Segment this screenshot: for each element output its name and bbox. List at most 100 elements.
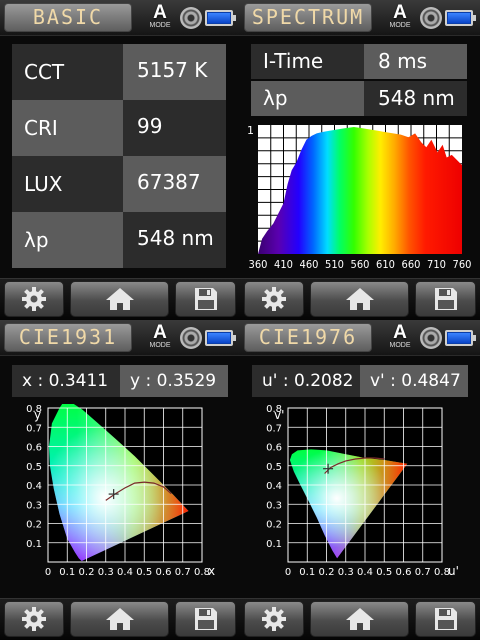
u-value: : 0.2082 bbox=[282, 371, 354, 391]
x-tick-label: 560 bbox=[351, 258, 370, 271]
save-icon bbox=[194, 608, 217, 630]
save-icon bbox=[434, 288, 457, 310]
mode-label: MODE bbox=[149, 22, 171, 29]
x-tick-label: 0.3 bbox=[98, 567, 114, 578]
y-label: y bbox=[130, 371, 141, 391]
x-tick-label: 0.4 bbox=[117, 567, 133, 578]
gear-icon bbox=[22, 607, 46, 631]
save-icon bbox=[434, 608, 457, 630]
title-bar: SPECTRUM A MODE bbox=[240, 0, 480, 36]
spectrum-chart: 1 360 410 460 510 560 610 660 710 760 bbox=[247, 124, 472, 271]
camera-icon[interactable] bbox=[420, 327, 442, 349]
mode-button[interactable]: A MODE bbox=[386, 323, 414, 353]
y-tick-label: 0.7 bbox=[266, 423, 282, 434]
save-button[interactable] bbox=[175, 601, 236, 637]
mode-button[interactable]: A MODE bbox=[146, 323, 174, 353]
cie1976-panel: CIE1976 A MODE u' : 0.2082 v' : 0.4847 0… bbox=[240, 320, 480, 640]
home-icon bbox=[105, 608, 134, 630]
home-button[interactable] bbox=[310, 601, 409, 637]
y-readout: y : 0.3529 bbox=[120, 365, 228, 397]
home-button[interactable] bbox=[70, 601, 169, 637]
x-axis-label: u' bbox=[448, 564, 459, 578]
spectrum-panel: SPECTRUM A MODE I-Time 8 ms λp 548 nm 1 … bbox=[240, 0, 480, 320]
cri-value: 99 bbox=[123, 100, 226, 156]
home-icon bbox=[105, 288, 134, 310]
y-axis-label: y bbox=[34, 408, 41, 422]
title-bar: CIE1976 A MODE bbox=[240, 320, 480, 356]
cct-value: 5157 K bbox=[123, 44, 226, 100]
x-tick-label: 360 bbox=[249, 258, 268, 271]
v-label: v' bbox=[370, 371, 385, 391]
battery-icon bbox=[445, 330, 476, 346]
camera-icon[interactable] bbox=[180, 7, 202, 29]
x-tick-label: 0.1 bbox=[59, 567, 75, 578]
y-tick-label: 0.4 bbox=[266, 481, 282, 492]
y-tick-label: 0.2 bbox=[26, 520, 42, 531]
row-cri: CRI 99 bbox=[12, 100, 226, 156]
toolbar bbox=[240, 598, 480, 640]
camera-icon[interactable] bbox=[420, 7, 442, 29]
y-tick-label: 0.5 bbox=[26, 462, 42, 473]
panel-title[interactable]: SPECTRUM bbox=[244, 3, 372, 32]
basic-measurements: CCT 5157 K CRI 99 LUX 67387 λp 548 nm bbox=[12, 44, 226, 268]
save-button[interactable] bbox=[175, 281, 236, 317]
gear-icon bbox=[262, 607, 286, 631]
row-integration-time: I-Time 8 ms bbox=[251, 44, 467, 79]
settings-button[interactable] bbox=[244, 281, 304, 317]
settings-button[interactable] bbox=[4, 281, 64, 317]
y-tick-label: 0.5 bbox=[266, 462, 282, 473]
settings-button[interactable] bbox=[244, 601, 304, 637]
title-bar: CIE1931 A MODE bbox=[0, 320, 240, 356]
toolbar bbox=[0, 598, 240, 640]
x-tick-label: 460 bbox=[300, 258, 319, 271]
battery-icon bbox=[445, 10, 476, 26]
x-tick-label: 510 bbox=[325, 258, 344, 271]
cct-label: CCT bbox=[12, 44, 123, 100]
settings-button[interactable] bbox=[4, 601, 64, 637]
mode-letter: A bbox=[153, 2, 167, 23]
x-tick-label: 0.2 bbox=[319, 567, 335, 578]
battery-icon bbox=[205, 10, 236, 26]
home-button[interactable] bbox=[310, 281, 409, 317]
x-tick-label: 610 bbox=[376, 258, 395, 271]
y-tick-label: 0.6 bbox=[26, 443, 42, 454]
y-tick-label: 0.1 bbox=[26, 539, 42, 550]
panel-title[interactable]: CIE1976 bbox=[244, 323, 372, 352]
toolbar bbox=[240, 278, 480, 320]
x-value: : 0.3411 bbox=[37, 371, 109, 391]
row-peak-wavelength: λp 548 nm bbox=[12, 212, 226, 268]
panel-title[interactable]: BASIC bbox=[4, 3, 132, 32]
mode-label: MODE bbox=[149, 342, 171, 349]
mode-button[interactable]: A MODE bbox=[146, 3, 174, 33]
row-lux: LUX 67387 bbox=[12, 156, 226, 212]
save-button[interactable] bbox=[415, 281, 476, 317]
gear-icon bbox=[262, 287, 286, 311]
y-tick-label: 0.7 bbox=[26, 423, 42, 434]
y-tick-label: 0.3 bbox=[26, 500, 42, 511]
x-tick-label: 0.7 bbox=[415, 567, 431, 578]
lux-value: 67387 bbox=[123, 156, 226, 212]
home-button[interactable] bbox=[70, 281, 169, 317]
x-tick-label: 410 bbox=[274, 258, 293, 271]
y-tick-label: 0.4 bbox=[26, 481, 42, 492]
cri-label: CRI bbox=[12, 100, 123, 156]
home-icon bbox=[345, 608, 374, 630]
x-tick-label: 0.6 bbox=[396, 567, 412, 578]
mode-letter: A bbox=[393, 2, 407, 23]
y-tick-label: 0.3 bbox=[266, 500, 282, 511]
x-tick-label: 0.4 bbox=[357, 567, 373, 578]
row-cct: CCT 5157 K bbox=[12, 44, 226, 100]
x-tick-label: 0.5 bbox=[136, 567, 152, 578]
cie1976-diagram: 0 0.1 0.2 0.3 0.4 0.5 0.6 0.7 0.80.80.70.60.50.4… bbox=[266, 404, 459, 578]
u-label: u' bbox=[262, 371, 278, 391]
x-tick-label: 710 bbox=[427, 258, 446, 271]
home-icon bbox=[345, 288, 374, 310]
integration-time-value: 8 ms bbox=[364, 44, 467, 79]
x-tick-label: 760 bbox=[453, 258, 472, 271]
save-icon bbox=[194, 288, 217, 310]
camera-icon[interactable] bbox=[180, 327, 202, 349]
save-button[interactable] bbox=[415, 601, 476, 637]
lux-label: LUX bbox=[12, 156, 123, 212]
panel-title[interactable]: CIE1931 bbox=[4, 323, 132, 352]
mode-button[interactable]: A MODE bbox=[386, 3, 414, 33]
